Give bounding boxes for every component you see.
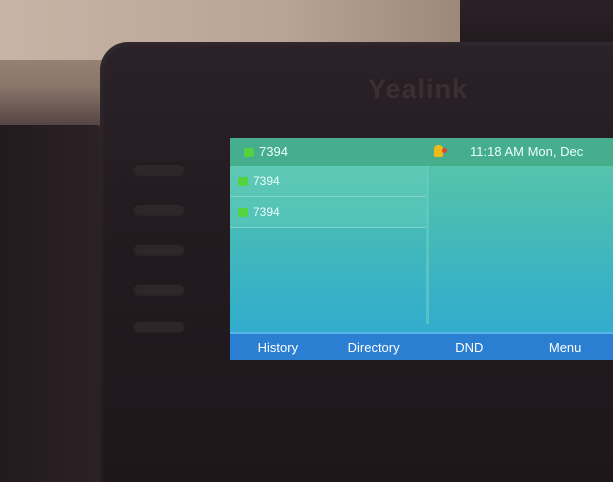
history-softkey[interactable]: History (230, 334, 326, 360)
brand-logo: Yealink (368, 74, 469, 104)
line-key-2[interactable] (133, 203, 185, 215)
status-line-label: 7394 (259, 144, 288, 159)
softkey-bar: History Directory DND Menu (230, 332, 613, 360)
menu-softkey[interactable]: Menu (517, 334, 613, 360)
lines-panel: 7394 7394 (230, 166, 426, 232)
photo-scene: Yealink 7394 11:18 AM Mon, Dec 7394 7394… (0, 0, 613, 482)
line-key-4[interactable] (133, 283, 185, 295)
line-row[interactable]: 7394 (230, 166, 426, 197)
line-key-1[interactable] (133, 163, 185, 175)
line-key-3[interactable] (133, 243, 185, 255)
line-status-icon (238, 177, 248, 187)
status-bar: 7394 11:18 AM Mon, Dec (230, 138, 613, 166)
phone-screen: 7394 11:18 AM Mon, Dec 7394 7394 History… (230, 138, 613, 360)
notification-icon (434, 145, 447, 157)
line-key-5[interactable] (133, 320, 185, 332)
line-status-icon (244, 148, 254, 158)
line-status-icon (238, 208, 248, 218)
directory-softkey[interactable]: Directory (326, 334, 422, 360)
dnd-softkey[interactable]: DND (422, 334, 518, 360)
handset-cradle (0, 125, 105, 482)
line-label: 7394 (253, 174, 280, 188)
line-row[interactable]: 7394 (230, 197, 426, 228)
clock: 11:18 AM Mon, Dec (470, 144, 584, 159)
line-label: 7394 (253, 205, 280, 219)
panel-divider (426, 166, 429, 324)
